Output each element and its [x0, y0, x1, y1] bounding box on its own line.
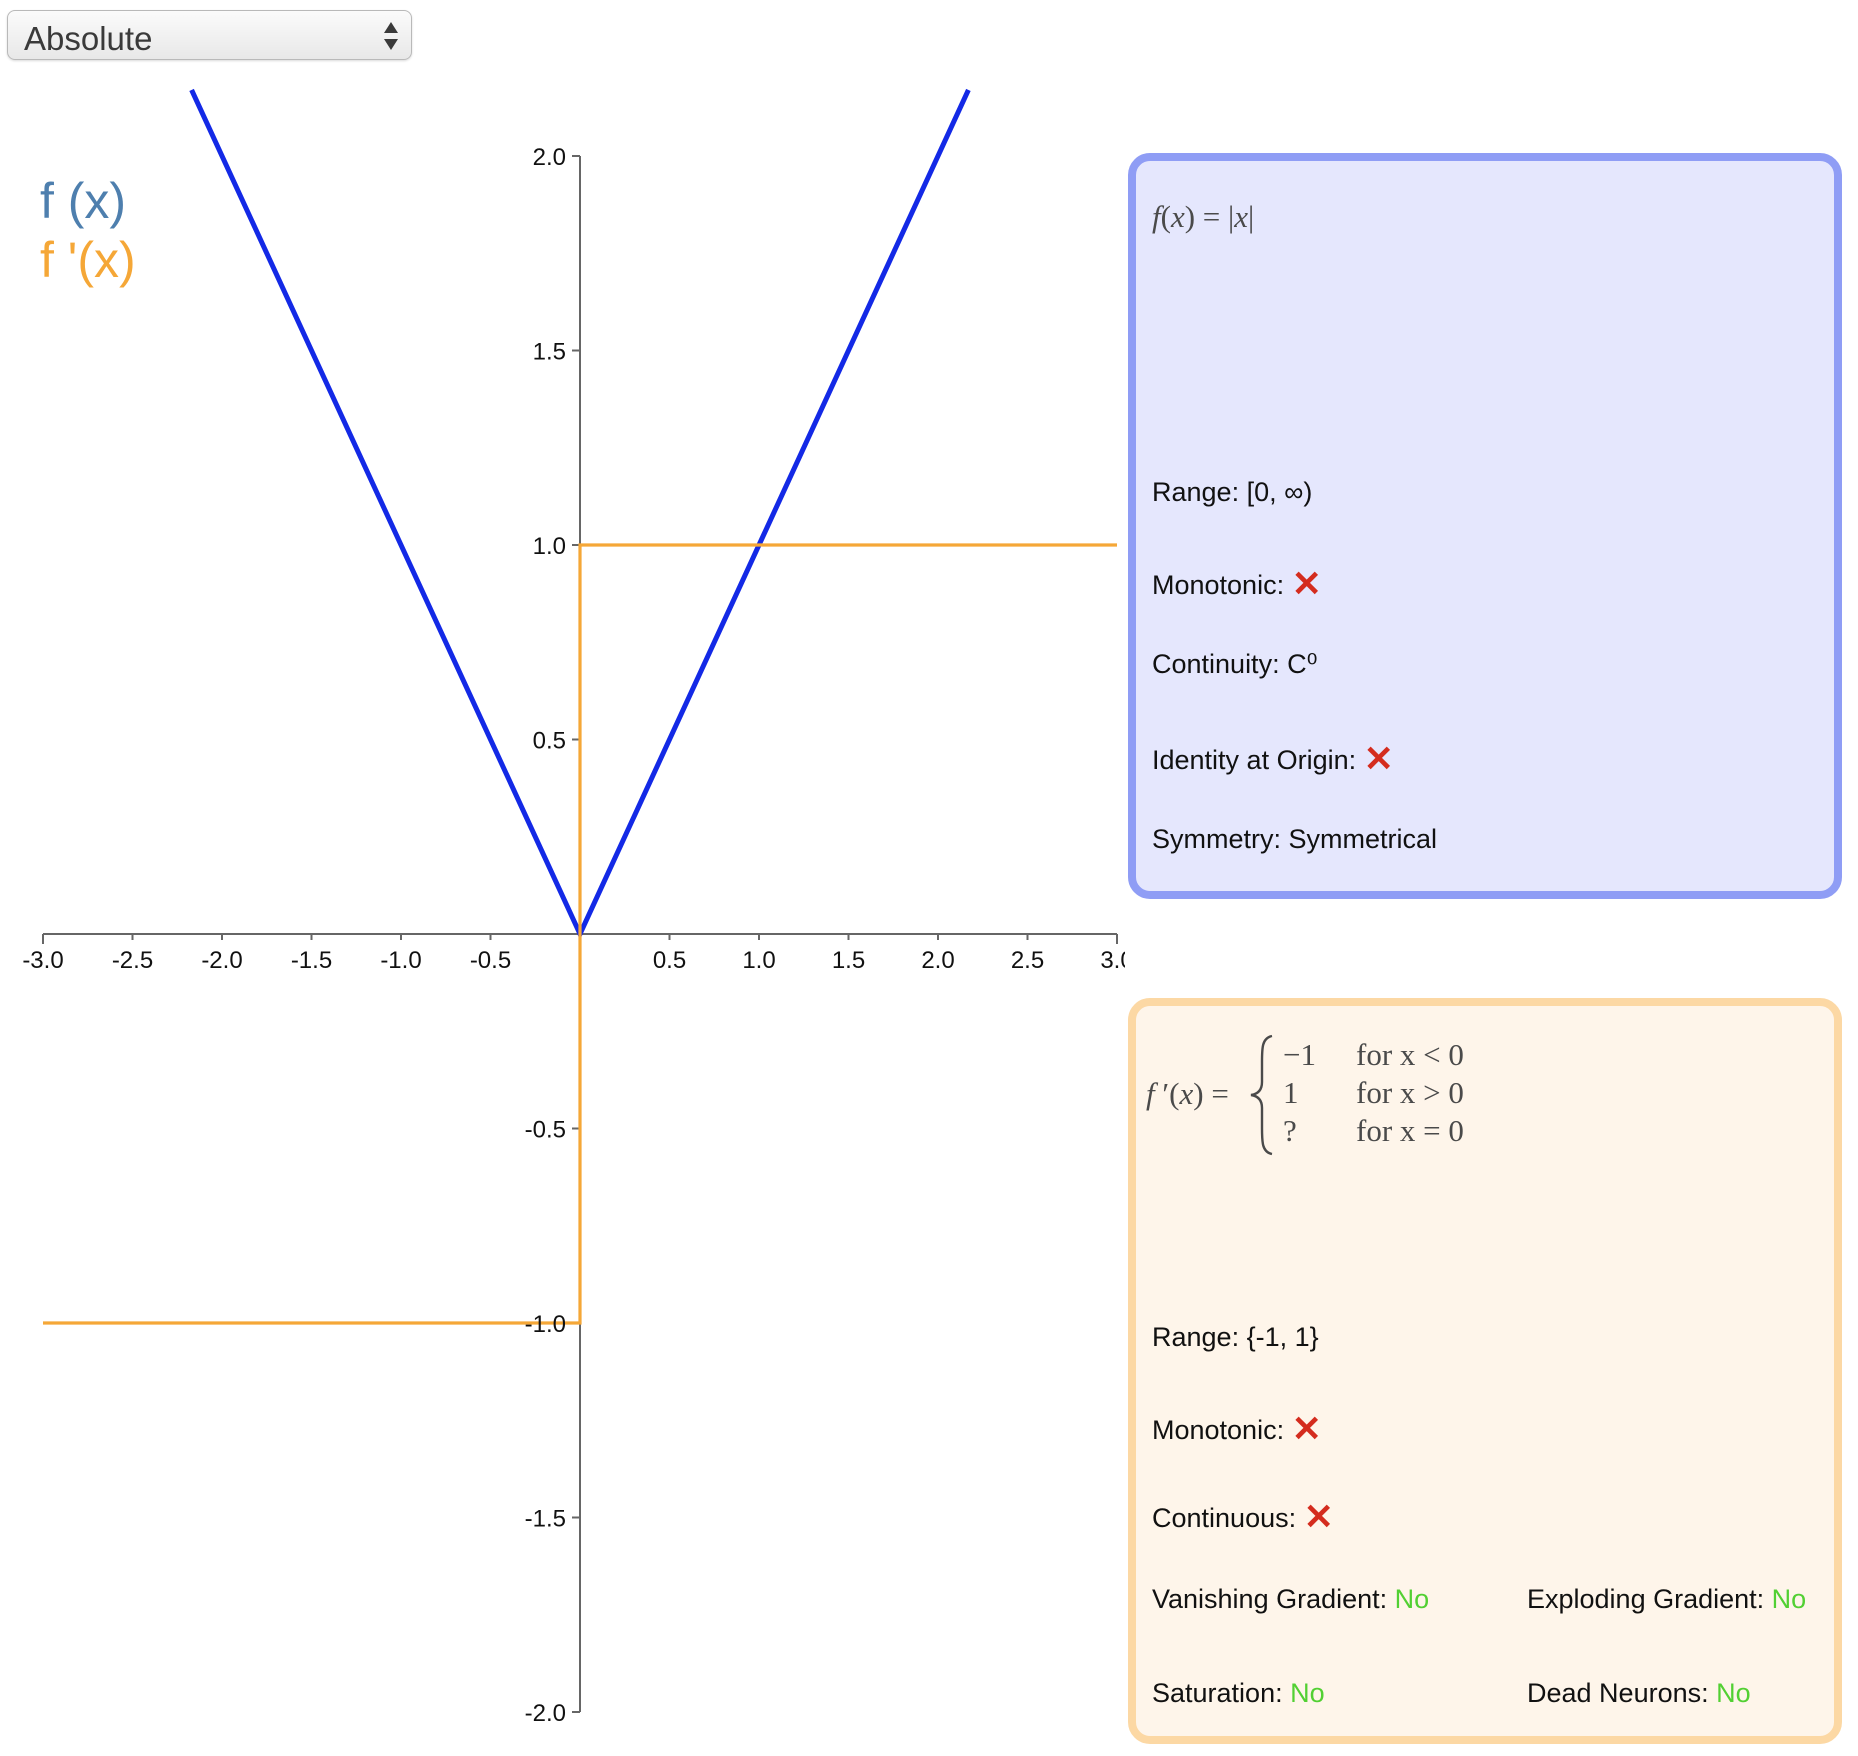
dead-neurons-label: Dead Neurons:: [1527, 1678, 1709, 1708]
derivative-info-panel: f ′(x) = −1 for x < 0 1 for x > 0 ? for …: [1128, 998, 1842, 1744]
derivative-monotonic: Monotonic: ✕: [1152, 1406, 1322, 1449]
y-tick-label: 0.5: [533, 728, 566, 755]
y-tick-label: -0.5: [525, 1117, 566, 1144]
x-tick-label: -2.0: [201, 947, 242, 974]
function-symmetry: Symmetry: Symmetrical: [1152, 824, 1438, 854]
x-tick-label: 1.0: [742, 947, 775, 974]
vanishing-gradient: Vanishing Gradient: No: [1152, 1584, 1429, 1615]
function-identity-cross-icon: ✕: [1363, 738, 1394, 779]
x-tick-label: 0.5: [653, 947, 686, 974]
derivative-monotonic-label: Monotonic:: [1152, 1415, 1285, 1445]
legend-f-prime: f '(x): [40, 232, 136, 288]
exploding-gradient-value: No: [1771, 1584, 1807, 1614]
x-tick-label: -1.5: [291, 947, 332, 974]
derivative-continuous-label: Continuous:: [1152, 1503, 1297, 1533]
y-tick-label: -2.0: [525, 1700, 566, 1727]
left-brace-icon: [1250, 1034, 1273, 1156]
saturation-value: No: [1290, 1678, 1325, 1708]
dead-neurons-value: No: [1716, 1678, 1751, 1708]
case-row: −1 for x < 0: [1283, 1036, 1464, 1074]
y-tick-label: -1.5: [525, 1506, 566, 1533]
x-tick-label: -1.0: [380, 947, 421, 974]
function-range: Range: [0, ∞): [1152, 477, 1313, 507]
y-tick-label: 2.0: [533, 144, 566, 171]
vanishing-gradient-value: No: [1394, 1584, 1430, 1614]
activation-explorer: Absolute -3.0 -2.5 -2.0 -1.5 -1.0 -0.5 0.5 1.0 1…: [0, 0, 1858, 1756]
case-row: 1 for x > 0: [1283, 1074, 1464, 1112]
derivative-formula-lhs: f ′(x) =: [1146, 1076, 1229, 1111]
function-identity-label: Identity at Origin:: [1152, 745, 1357, 775]
case-value: ?: [1283, 1113, 1297, 1148]
case-value: −1: [1283, 1037, 1316, 1072]
case-value: 1: [1283, 1075, 1299, 1110]
function-monotonic-label: Monotonic:: [1152, 570, 1285, 600]
exploding-gradient: Exploding Gradient: No: [1527, 1584, 1806, 1615]
y-tick-label: 1.5: [533, 339, 566, 366]
case-condition: for x > 0: [1356, 1075, 1464, 1110]
function-monotonic-cross-icon: ✕: [1291, 563, 1322, 604]
x-tick-label: 2.5: [1011, 947, 1044, 974]
case-row: ? for x = 0: [1283, 1112, 1464, 1150]
y-tick-label: -1.0: [525, 1311, 566, 1338]
legend-f: f (x): [40, 173, 127, 229]
x-tick-label: -2.5: [112, 947, 153, 974]
saturation: Saturation: No: [1152, 1678, 1325, 1709]
x-tick-label: -3.0: [22, 947, 63, 974]
exploding-gradient-label: Exploding Gradient:: [1527, 1584, 1765, 1614]
function-formula: f(x) = |x|: [1152, 199, 1255, 234]
case-condition: for x < 0: [1356, 1037, 1464, 1072]
case-condition: for x = 0: [1356, 1113, 1464, 1148]
function-monotonic: Monotonic: ✕: [1152, 561, 1322, 604]
derivative-range: Range: {-1, 1}: [1152, 1322, 1319, 1352]
saturation-label: Saturation:: [1152, 1678, 1283, 1708]
derivative-continuous: Continuous: ✕: [1152, 1494, 1334, 1537]
x-tick-label: 1.5: [832, 947, 865, 974]
x-tick-label: -0.5: [470, 947, 511, 974]
derivative-continuous-cross-icon: ✕: [1303, 1496, 1334, 1537]
function-info-panel: f(x) = |x| Range: [0, ∞) Monotonic: ✕ Co…: [1128, 153, 1842, 899]
function-continuity: Continuity: C⁰: [1152, 649, 1318, 679]
x-tick-label: 3.0: [1100, 947, 1125, 974]
derivative-cases: −1 for x < 0 1 for x > 0 ? for x = 0: [1283, 1036, 1464, 1150]
function-identity-at-origin: Identity at Origin: ✕: [1152, 736, 1394, 779]
y-tick-label: 1.0: [533, 533, 566, 560]
x-tick-label: 2.0: [921, 947, 954, 974]
function-plot: -3.0 -2.5 -2.0 -1.5 -1.0 -0.5 0.5 1.0 1.5 2.0 2.5 3…: [22, 88, 1125, 1727]
derivative-monotonic-cross-icon: ✕: [1291, 1408, 1322, 1449]
dead-neurons: Dead Neurons: No: [1527, 1678, 1751, 1709]
vanishing-gradient-label: Vanishing Gradient:: [1152, 1584, 1388, 1614]
